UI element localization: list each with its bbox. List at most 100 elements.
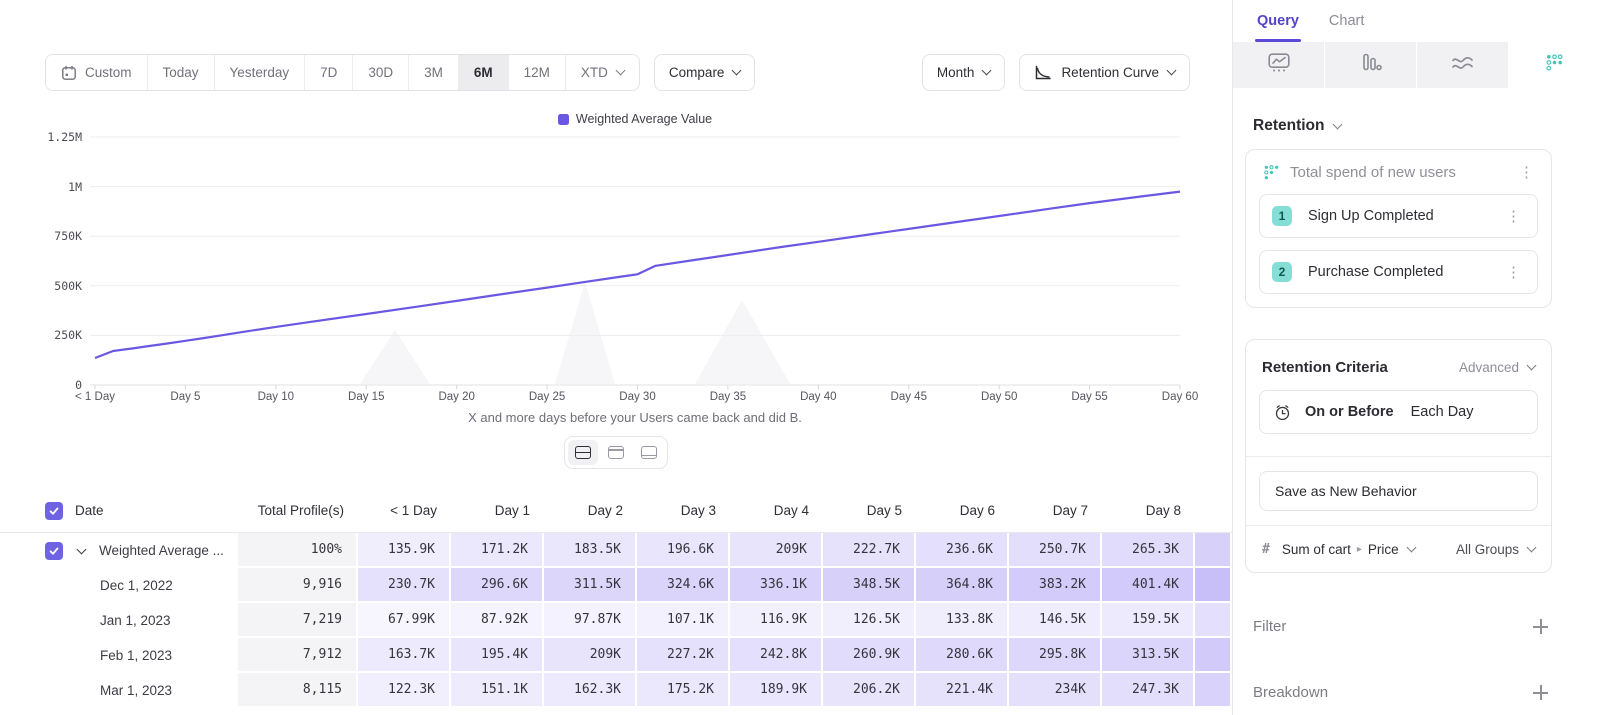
report-tab-flows[interactable] (1417, 42, 1508, 88)
retention-value-cell[interactable]: 221.4K (916, 673, 1009, 708)
y-tick-label: 1.25M (22, 130, 82, 144)
retention-value-cell[interactable]: 296.6K (451, 568, 544, 603)
retention-value-cell[interactable]: 250.7K (1009, 533, 1102, 568)
chart-view-icon (608, 446, 624, 459)
condition-value: Each Day (1411, 404, 1474, 420)
add-breakdown-button plus-icon[interactable] (1533, 685, 1548, 700)
retention-value-cell[interactable]: 126.5K (823, 603, 916, 638)
retention-value-cell[interactable]: 116.9K (730, 603, 823, 638)
chevron-down-icon[interactable] (77, 544, 87, 554)
retention-value-cell[interactable]: 324.6K (637, 568, 730, 603)
retention-value-cell[interactable]: 97.87K (544, 603, 637, 638)
retention-value-cell[interactable]: 364.8K (916, 568, 1009, 603)
x-tick-label: Day 15 (348, 391, 384, 403)
retention-value-cell[interactable]: 222.7K (823, 533, 916, 568)
behavior-card-title: Total spend of new users (1290, 164, 1456, 181)
retention-line-chart[interactable] (0, 0, 1232, 440)
retention-value-cell[interactable]: 163.7K (358, 638, 451, 673)
retention-value-cell[interactable]: 175.2K (637, 673, 730, 708)
kebab-menu-icon[interactable]: ⋮ (1515, 163, 1538, 182)
retention-value-cell[interactable]: 206.2K (823, 673, 916, 708)
check-icon (48, 545, 60, 557)
retention-value-cell-clipped (1195, 603, 1232, 638)
report-tab-funnels[interactable] (1325, 42, 1416, 88)
retention-value-cell[interactable]: 336.1K (730, 568, 823, 603)
retention-value-cell[interactable]: 183.5K (544, 533, 637, 568)
retention-value-cell[interactable]: 159.5K (1102, 603, 1195, 638)
behavior-step-row[interactable]: 1Sign Up Completed⋮ (1259, 194, 1538, 238)
retention-value-cell[interactable]: 227.2K (637, 638, 730, 673)
row-checkbox[interactable] (45, 502, 63, 520)
retention-value-cell[interactable]: 67.99K (358, 603, 451, 638)
date-column-label: Date (75, 503, 104, 518)
total-profiles-cell: 8,115 (238, 673, 358, 708)
weighted-average-line[interactable] (95, 192, 1180, 358)
retention-value-cell[interactable]: 151.1K (451, 673, 544, 708)
retention-value-cell[interactable]: 265.3K (1102, 533, 1195, 568)
retention-value-cell[interactable]: 133.8K (916, 603, 1009, 638)
layout-split-button[interactable] (568, 440, 598, 465)
retention-value-cell[interactable]: 280.6K (916, 638, 1009, 673)
retention-value-cell[interactable]: 247.3K (1102, 673, 1195, 708)
retention-value-cell[interactable]: 189.9K (730, 673, 823, 708)
advanced-dropdown[interactable]: Advanced (1459, 360, 1535, 375)
retention-value-cell[interactable]: 195.4K (451, 638, 544, 673)
layout-table-button[interactable] (634, 440, 664, 465)
criteria-condition-row[interactable]: On or Before Each Day (1259, 390, 1538, 434)
retention-value-cell[interactable]: 122.3K (358, 673, 451, 708)
retention-value-cell[interactable]: 171.2K (451, 533, 544, 568)
row-label: Mar 1, 2023 (0, 673, 238, 708)
report-main-panel: CustomTodayYesterday7D30D3M6M12MXTD Comp… (0, 0, 1232, 715)
measure-property-dropdown[interactable]: Sum of cart ▸ Price (1282, 542, 1415, 557)
condition-operator: On or Before (1305, 404, 1394, 420)
kebab-menu-icon[interactable]: ⋮ (1502, 263, 1525, 282)
retention-value-cell[interactable]: 162.3K (544, 673, 637, 708)
layout-chart-button[interactable] (601, 440, 631, 465)
report-tab-insights[interactable] (1233, 42, 1324, 88)
behavior-step-row[interactable]: 2Purchase Completed⋮ (1259, 250, 1538, 294)
criteria-title: Retention Criteria (1262, 359, 1388, 376)
kebab-menu-icon[interactable]: ⋮ (1502, 207, 1525, 226)
retention-value-cell[interactable]: 234K (1009, 673, 1102, 708)
retention-value-cell[interactable]: 313.5K (1102, 638, 1195, 673)
tab-query[interactable]: Query (1257, 0, 1299, 42)
retention-value-cell[interactable]: 401.4K (1102, 568, 1195, 603)
x-tick-label: Day 5 (170, 391, 200, 403)
retention-value-cell[interactable]: 311.5K (544, 568, 637, 603)
row-label: Jan 1, 2023 (0, 603, 238, 638)
group-label: All Groups (1456, 542, 1519, 557)
retention-value-cell[interactable]: 87.92K (451, 603, 544, 638)
background-watermark (360, 330, 430, 384)
y-tick-label: 500K (22, 279, 82, 293)
retention-value-cell[interactable]: 209K (544, 638, 637, 673)
retention-value-cell[interactable]: 135.9K (358, 533, 451, 568)
retention-value-cell[interactable]: 295.8K (1009, 638, 1102, 673)
retention-value-cell[interactable]: 242.8K (730, 638, 823, 673)
retention-value-cell-clipped (1195, 533, 1232, 568)
row-label: Weighted Average ... (99, 543, 224, 558)
tab-chart[interactable]: Chart (1329, 0, 1364, 42)
column-header-date: Date (0, 489, 238, 532)
retention-table: DateTotal Profile(s)< 1 DayDay 1Day 2Day… (0, 489, 1232, 715)
retention-value-cell[interactable]: 146.5K (1009, 603, 1102, 638)
report-tab-retention[interactable] (1509, 42, 1600, 88)
retention-value-cell[interactable]: 383.2K (1009, 568, 1102, 603)
retention-section-header[interactable]: Retention (1253, 117, 1552, 135)
row-label-cell: Weighted Average ... (0, 533, 238, 568)
group-dropdown[interactable]: All Groups (1456, 542, 1535, 557)
retention-value-cell[interactable]: 260.9K (823, 638, 916, 673)
row-checkbox[interactable] (45, 542, 63, 560)
x-tick-label: Day 50 (981, 391, 1017, 403)
arrow-right-icon: ▸ (1357, 544, 1362, 555)
retention-value-cell[interactable]: 236.6K (916, 533, 1009, 568)
advanced-label: Advanced (1459, 360, 1519, 375)
retention-value-cell[interactable]: 348.5K (823, 568, 916, 603)
save-as-new-behavior-button[interactable]: Save as New Behavior (1259, 471, 1538, 511)
retention-value-cell[interactable]: 230.7K (358, 568, 451, 603)
retention-value-cell[interactable]: 209K (730, 533, 823, 568)
add-filter-button plus-icon[interactable] (1533, 619, 1548, 634)
column-header-day: Day 7 (1009, 489, 1102, 532)
x-tick-label: Day 40 (800, 391, 836, 403)
retention-value-cell[interactable]: 196.6K (637, 533, 730, 568)
retention-value-cell[interactable]: 107.1K (637, 603, 730, 638)
